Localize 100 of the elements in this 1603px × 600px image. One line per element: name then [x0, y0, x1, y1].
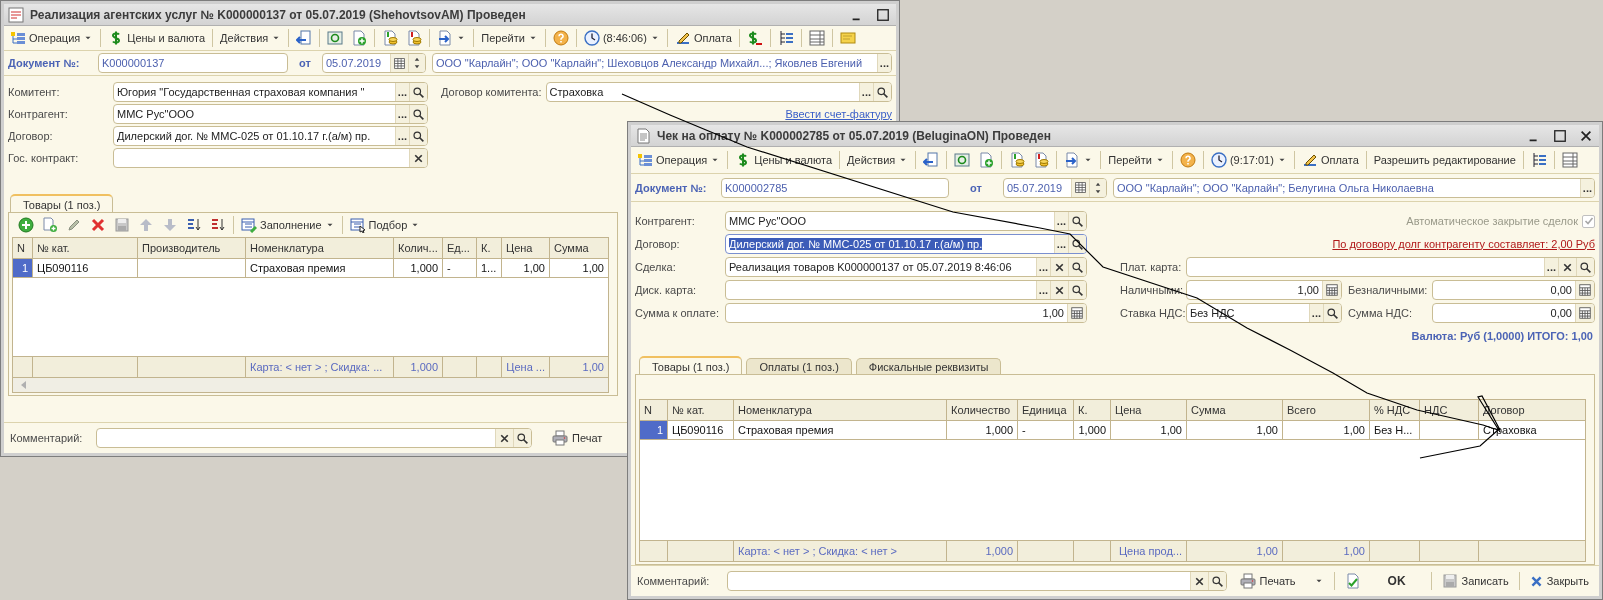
- calendar-icon[interactable]: [393, 56, 406, 70]
- input-field[interactable]: [113, 148, 428, 168]
- horizontal-scrollbar[interactable]: [12, 378, 609, 393]
- document-arrow-icon[interactable]: [296, 30, 313, 46]
- calendar-icon[interactable]: [1074, 181, 1087, 194]
- search-icon[interactable]: [1071, 260, 1084, 274]
- choose-button[interactable]: ...: [858, 83, 873, 101]
- calculator-icon[interactable]: [1578, 306, 1592, 320]
- input-field[interactable]: 1,00: [1186, 280, 1342, 300]
- search-icon[interactable]: [1579, 260, 1592, 274]
- save-button[interactable]: Записать: [1437, 571, 1513, 591]
- search-icon[interactable]: [1326, 306, 1339, 320]
- column-header[interactable]: Единица: [1017, 399, 1074, 421]
- toolbar-button[interactable]: Цены и валюта: [105, 28, 209, 48]
- column-header[interactable]: N: [639, 399, 668, 421]
- new-document-icon[interactable]: [978, 152, 995, 168]
- document-coins-icon[interactable]: [1033, 152, 1050, 168]
- date-field[interactable]: 05.07.2019: [322, 53, 426, 73]
- link[interactable]: Ввести счет-фактуру: [785, 107, 892, 121]
- add-icon[interactable]: [18, 217, 34, 233]
- input-field[interactable]: ММС Рус"ООО ...: [725, 211, 1087, 231]
- help-icon[interactable]: [552, 30, 569, 46]
- column-header[interactable]: N: [12, 237, 33, 259]
- toolbar-button[interactable]: Оплата: [671, 28, 735, 48]
- column-header[interactable]: Ед...: [442, 237, 477, 259]
- column-header[interactable]: НДС: [1419, 399, 1479, 421]
- menu-button[interactable]: Действия: [217, 30, 285, 46]
- choose-button[interactable]: ...: [876, 54, 891, 72]
- menu-button[interactable]: (9:17:01): [1207, 150, 1290, 170]
- search-icon[interactable]: [412, 107, 425, 121]
- choose-button[interactable]: ...: [394, 127, 409, 145]
- column-header[interactable]: Колич...: [393, 237, 443, 259]
- input-field[interactable]: ООО "Карлайн"; ООО "Карлайн"; Белугина Ольга Николаевна ...: [1113, 177, 1595, 198]
- document-coins-icon[interactable]: [1009, 152, 1026, 168]
- document-coins-icon[interactable]: [382, 30, 399, 46]
- copy-icon[interactable]: [42, 217, 58, 233]
- column-header[interactable]: Всего: [1282, 399, 1370, 421]
- print-button[interactable]: Печат: [548, 428, 607, 448]
- close-icon[interactable]: [1579, 128, 1593, 143]
- column-header[interactable]: Количество: [946, 399, 1018, 421]
- input-field[interactable]: Страховка ...: [545, 82, 892, 102]
- sort-icon[interactable]: [186, 217, 202, 233]
- menu-button[interactable]: Операция: [634, 150, 724, 170]
- close-button[interactable]: Закрыть: [1525, 572, 1593, 590]
- menu-button[interactable]: Операция: [7, 28, 97, 48]
- maximize-icon[interactable]: [1553, 128, 1567, 143]
- choose-button[interactable]: ...: [1035, 258, 1050, 276]
- check-document-icon[interactable]: [1344, 573, 1361, 589]
- choose-button[interactable]: ...: [1053, 212, 1068, 230]
- toolbar-button[interactable]: Оплата: [1298, 150, 1362, 170]
- new-document-icon[interactable]: [351, 30, 368, 46]
- menu-button[interactable]: (8:46:06): [580, 28, 663, 48]
- hierarchy-icon[interactable]: [777, 30, 794, 46]
- choose-button[interactable]: ...: [1579, 178, 1594, 197]
- input-field[interactable]: [96, 428, 532, 448]
- menu-button[interactable]: Действия: [844, 152, 912, 168]
- input-field[interactable]: Дилерский дог. № ММС-025 от 01.10.17 г.(а/м) пр. ...: [113, 126, 428, 146]
- maximize-icon[interactable]: [876, 7, 890, 22]
- menu-button[interactable]: Перейти: [478, 30, 541, 46]
- choose-button[interactable]: ...: [1035, 281, 1050, 299]
- list-icon[interactable]: [808, 30, 825, 46]
- search-icon[interactable]: [1071, 283, 1084, 297]
- column-header[interactable]: Сумма: [549, 237, 609, 259]
- refresh-icon[interactable]: [954, 152, 971, 168]
- column-header[interactable]: Номенклатура: [245, 237, 394, 259]
- column-header[interactable]: Производитель: [137, 237, 246, 259]
- column-header[interactable]: № кат.: [32, 237, 138, 259]
- list-icon[interactable]: [1561, 152, 1578, 168]
- column-header[interactable]: Номенклатура: [733, 399, 947, 421]
- column-header[interactable]: Сумма: [1186, 399, 1283, 421]
- search-icon[interactable]: [1211, 574, 1224, 588]
- choose-button[interactable]: ...: [1308, 304, 1323, 322]
- input-field[interactable]: K000002785: [721, 177, 949, 198]
- search-icon[interactable]: [876, 85, 889, 99]
- input-field[interactable]: 1,00: [725, 303, 1087, 323]
- calculator-icon[interactable]: [1070, 306, 1084, 320]
- dollar-icon[interactable]: [746, 30, 763, 46]
- search-icon[interactable]: [516, 431, 529, 445]
- choose-button[interactable]: ...: [1053, 235, 1068, 253]
- link[interactable]: По договору долг контрагенту составляет: 2,00 Руб: [1332, 237, 1595, 251]
- column-header[interactable]: К.: [476, 237, 502, 259]
- input-field[interactable]: ...: [725, 280, 1087, 300]
- date-field[interactable]: 05.07.2019: [1003, 177, 1107, 198]
- input-field[interactable]: Реализация товаров K000000137 от 05.07.2019 8:46:06 ...: [725, 257, 1087, 277]
- toolbar-button[interactable]: Цены и валюта: [732, 150, 836, 170]
- column-header[interactable]: Цена: [1110, 399, 1187, 421]
- print-button[interactable]: Печать: [1235, 571, 1328, 591]
- choose-button[interactable]: ...: [394, 105, 409, 123]
- document-arrow-icon[interactable]: [923, 152, 940, 168]
- input-field[interactable]: Дилерский дог. № ММС-025 от 01.10.17 г.(а/м) пр. ...: [725, 234, 1087, 254]
- calculator-icon[interactable]: [1578, 283, 1592, 297]
- menu-button[interactable]: Подбор: [346, 215, 424, 235]
- column-header[interactable]: Цена: [501, 237, 550, 259]
- toolbar-button[interactable]: Разрешить редактирование: [1370, 152, 1519, 168]
- choose-button[interactable]: ...: [1543, 258, 1558, 276]
- search-icon[interactable]: [1071, 214, 1084, 228]
- input-field[interactable]: [727, 571, 1227, 591]
- input-field[interactable]: 0,00: [1432, 280, 1595, 300]
- input-field[interactable]: Югория "Государственная страховая компания " ...: [113, 82, 428, 102]
- menu-button[interactable]: Заполнение: [238, 215, 338, 235]
